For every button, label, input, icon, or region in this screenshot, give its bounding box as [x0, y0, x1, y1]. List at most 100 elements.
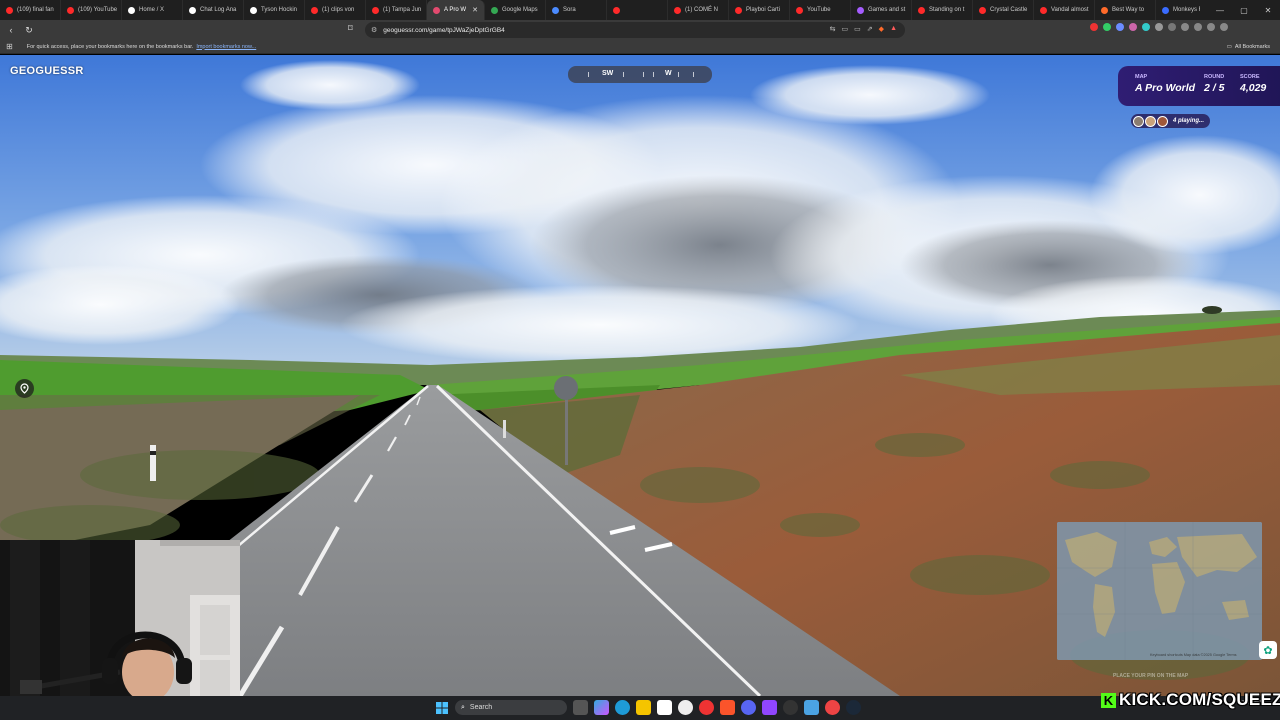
address-bar[interactable]: ⚙ geoguessr.com/game/tpJWaZjeDptGrGB4 ⇆ … [365, 22, 905, 38]
taskbar-search[interactable]: ⌕ Search [455, 700, 567, 715]
notepad-icon[interactable] [804, 700, 819, 715]
brave-icon[interactable] [720, 700, 735, 715]
folder-icon: ▭ [1226, 43, 1232, 50]
kick-logo-icon: K [1101, 692, 1116, 708]
return-to-start-button[interactable] [15, 379, 34, 398]
browser-tab[interactable]: YouTube [790, 0, 851, 20]
players-online-pill[interactable]: 4 playing... [1131, 114, 1211, 128]
browser-tab[interactable]: (109) final fan [0, 0, 61, 20]
translate-icon[interactable]: ⇆ [830, 25, 836, 33]
browser-tab[interactable]: Crystal Castle [973, 0, 1034, 20]
tab-label: Standing on t [929, 7, 965, 13]
share-icon[interactable]: ⇗ [867, 25, 873, 33]
apps-icon[interactable]: ⊞ [6, 42, 13, 51]
avatar [1145, 115, 1156, 127]
ai-assistant-button[interactable]: ✿ [1259, 641, 1277, 659]
back-icon[interactable]: ‹ [4, 23, 18, 37]
tab-favicon-icon [857, 6, 864, 14]
playing-count: 4 playing... [1173, 118, 1205, 124]
guess-minimap[interactable] [1057, 522, 1262, 660]
chrome-icon[interactable] [825, 700, 840, 715]
extension-icon[interactable] [1155, 23, 1163, 31]
search-icon: ⌕ [461, 703, 465, 711]
puzzle-icon[interactable] [1168, 23, 1176, 31]
browser-tab[interactable]: Home / X [122, 0, 183, 20]
rewards-icon[interactable]: ▲ [890, 25, 897, 33]
browser-tab[interactable]: (1) clips von [305, 0, 366, 20]
browser-tab[interactable]: Chat Log Ana [183, 0, 244, 20]
wallet-icon[interactable] [1194, 23, 1202, 31]
tab-favicon-icon [796, 6, 803, 14]
browser-tab[interactable]: Standing on t [912, 0, 973, 20]
tab-favicon-icon [674, 6, 681, 14]
compass-tick [693, 72, 694, 77]
cast-icon[interactable]: ▭ [854, 25, 861, 33]
twitch-icon[interactable] [762, 700, 777, 715]
browser-tab[interactable]: (109) YouTube [61, 0, 122, 20]
all-bookmarks-label: All Bookmarks [1234, 43, 1270, 50]
tab-favicon-icon [1101, 6, 1108, 14]
tab-close-icon[interactable]: ✕ [472, 6, 478, 14]
tab-favicon-icon [372, 6, 379, 14]
tab-label: Chat Log Ana [200, 7, 237, 13]
browser-tab[interactable]: (1) COMÉ N [668, 0, 729, 20]
sidebar-icon[interactable] [1181, 23, 1189, 31]
browser-tab[interactable]: Games and st [851, 0, 912, 20]
maximize-icon[interactable]: ▢ [1232, 0, 1256, 20]
browser-tab[interactable]: Tyson Hockin [244, 0, 305, 20]
compass-tick [653, 72, 654, 77]
tab-favicon-icon [189, 6, 196, 14]
compass-bar: SW W [568, 66, 712, 83]
site-info-icon[interactable]: ⚙ [371, 26, 377, 34]
obs-icon[interactable] [783, 700, 798, 715]
avatar [1157, 115, 1168, 127]
browser-tab[interactable]: Sora [546, 0, 607, 20]
extension-icon[interactable] [1090, 23, 1098, 31]
brave-shield-icon[interactable]: ◆ [879, 25, 884, 33]
browser-tab[interactable]: A Pro W ✕ [427, 0, 485, 20]
vpn-icon[interactable] [1207, 23, 1215, 31]
round-label: ROUND [1204, 74, 1225, 80]
browser-tab[interactable]: Google Maps [485, 0, 546, 20]
map-hint: PLACE YOUR PIN ON THE MAP [1113, 673, 1189, 679]
geoguessr-logo[interactable]: GEOGUESSR [10, 65, 84, 77]
browser-tab[interactable] [607, 0, 668, 20]
bookmarks-bar: ⊞ For quick access, place your bookmarks… [0, 40, 1280, 54]
extension-icon[interactable] [1142, 23, 1150, 31]
browser-tab[interactable]: (1) Tampa Jun [366, 0, 427, 20]
bookmark-icon[interactable]: ⌑ [348, 23, 353, 34]
avatar [1133, 115, 1144, 127]
import-bookmarks-link[interactable]: Import bookmarks now... [196, 44, 256, 50]
photos-icon[interactable] [657, 700, 672, 715]
file-explorer-icon[interactable] [636, 700, 651, 715]
all-bookmarks-button[interactable]: ▭ All Bookmarks [1227, 44, 1270, 50]
windows-start-icon[interactable] [434, 700, 449, 715]
tab-favicon-icon [552, 6, 559, 14]
edge-icon[interactable] [615, 700, 630, 715]
install-icon[interactable]: ▭ [842, 25, 849, 33]
browser-tab[interactable]: Monkeys Free [1156, 0, 1200, 20]
extension-icon[interactable] [1103, 23, 1111, 31]
app-icon[interactable] [678, 700, 693, 715]
steam-icon[interactable] [846, 700, 861, 715]
tab-favicon-icon [613, 6, 620, 14]
reload-icon[interactable]: ↻ [22, 23, 36, 37]
close-window-icon[interactable]: ✕ [1256, 0, 1280, 20]
search-label: Search [469, 704, 493, 711]
extension-icon[interactable] [1129, 23, 1137, 31]
minimize-icon[interactable]: — [1208, 0, 1232, 20]
browser-tab[interactable]: Best Way to [1095, 0, 1156, 20]
tab-label: A Pro W [444, 7, 467, 13]
browser-tab[interactable]: Vandal almost [1034, 0, 1095, 20]
compass-sw-label: SW [602, 70, 614, 77]
tab-label: Best Way to [1112, 7, 1145, 13]
kick-channel-overlay: K KICK.COM/SQUEEZE [1101, 690, 1280, 710]
browser-tab[interactable]: Playboi Carti [729, 0, 790, 20]
task-view-icon[interactable] [573, 700, 588, 715]
tab-favicon-icon [979, 6, 986, 14]
menu-icon[interactable] [1220, 23, 1228, 31]
youtube-icon[interactable] [699, 700, 714, 715]
copilot-icon[interactable] [594, 700, 609, 715]
discord-icon[interactable] [741, 700, 756, 715]
extension-icon[interactable] [1116, 23, 1124, 31]
